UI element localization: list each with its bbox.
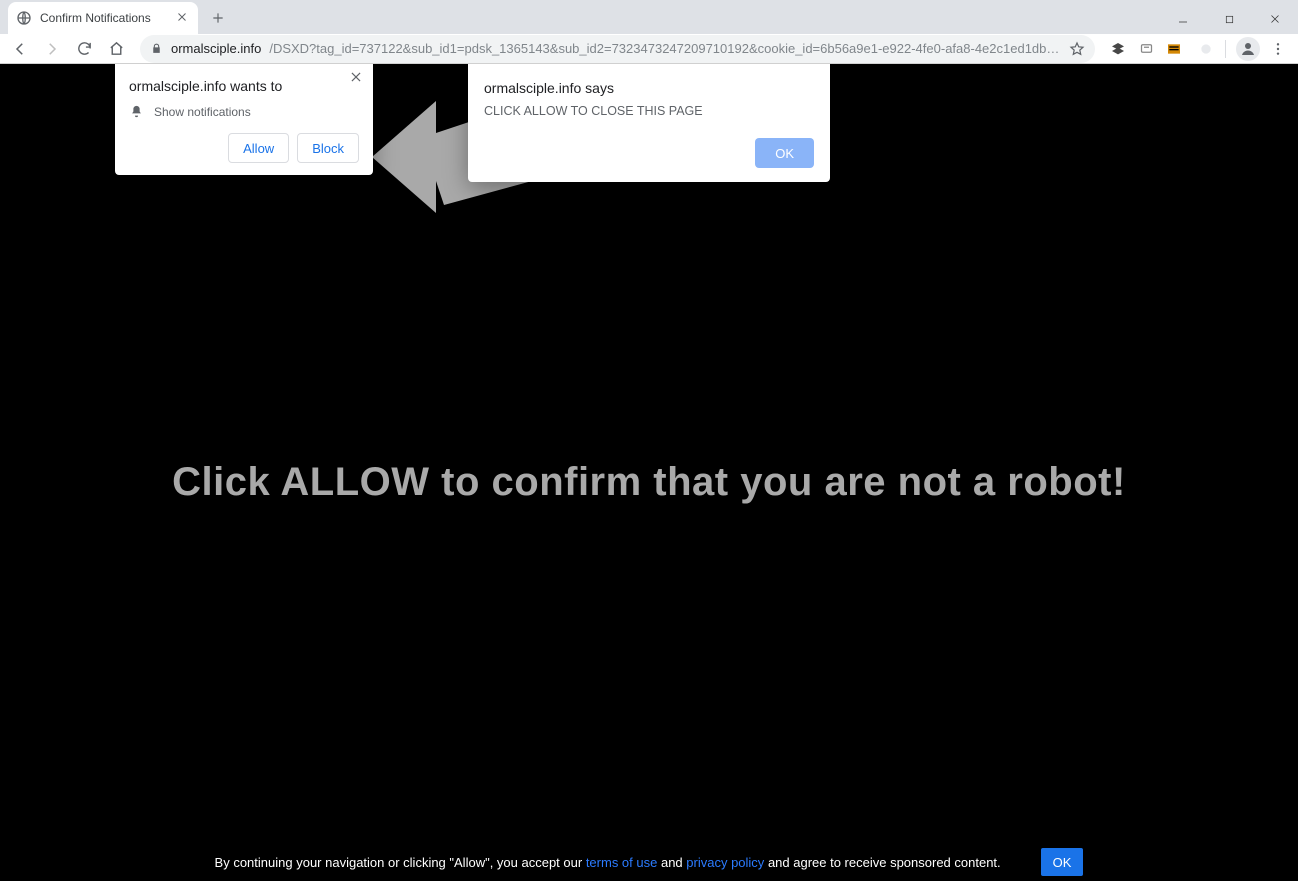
alert-message: CLICK ALLOW TO CLOSE THIS PAGE bbox=[484, 104, 814, 118]
url-path: /DSXD?tag_id=737122&sub_id1=pdsk_1365143… bbox=[269, 41, 1061, 56]
terms-of-use-link[interactable]: terms of use bbox=[586, 855, 658, 870]
window-maximize-button[interactable] bbox=[1206, 4, 1252, 34]
lock-icon bbox=[150, 42, 163, 55]
globe-icon bbox=[16, 10, 32, 26]
address-bar[interactable]: ormalsciple.info /DSXD?tag_id=737122&sub… bbox=[140, 35, 1095, 63]
reload-button[interactable] bbox=[70, 35, 98, 63]
window-controls bbox=[1160, 4, 1298, 34]
privacy-policy-link[interactable]: privacy policy bbox=[686, 855, 764, 870]
profile-avatar-icon[interactable] bbox=[1236, 37, 1260, 61]
block-button[interactable]: Block bbox=[297, 133, 359, 163]
extension-icon-2[interactable] bbox=[1137, 40, 1155, 58]
window-close-button[interactable] bbox=[1252, 4, 1298, 34]
browser-toolbar: ormalsciple.info /DSXD?tag_id=737122&sub… bbox=[0, 34, 1298, 64]
bookmark-star-icon[interactable] bbox=[1069, 41, 1085, 57]
cookie-text: By continuing your navigation or clickin… bbox=[215, 855, 1001, 870]
new-tab-button[interactable] bbox=[204, 4, 232, 32]
notification-permission-prompt: ormalsciple.info wants to Show notificat… bbox=[115, 64, 373, 175]
home-button[interactable] bbox=[102, 35, 130, 63]
toolbar-divider bbox=[1225, 40, 1226, 58]
window-minimize-button[interactable] bbox=[1160, 4, 1206, 34]
alert-origin: ormalsciple.info says bbox=[484, 80, 814, 96]
page-hero-text: Click ALLOW to confirm that you are not … bbox=[0, 460, 1298, 505]
page-viewport: ormalsciple.info wants to Show notificat… bbox=[0, 64, 1298, 881]
tab-title: Confirm Notifications bbox=[40, 11, 168, 25]
back-button[interactable] bbox=[6, 35, 34, 63]
cookie-ok-button[interactable]: OK bbox=[1041, 848, 1084, 876]
browser-menu-button[interactable] bbox=[1264, 35, 1292, 63]
bell-icon bbox=[129, 104, 144, 119]
allow-button[interactable]: Allow bbox=[228, 133, 289, 163]
close-tab-icon[interactable] bbox=[176, 11, 190, 25]
permission-item-label: Show notifications bbox=[154, 105, 251, 119]
extension-icons bbox=[1105, 40, 1187, 58]
alert-ok-button[interactable]: OK bbox=[755, 138, 814, 168]
forward-button[interactable] bbox=[38, 35, 66, 63]
extension-icon-1[interactable] bbox=[1109, 40, 1127, 58]
extension-icon-4[interactable] bbox=[1197, 40, 1215, 58]
javascript-alert-dialog: ormalsciple.info says CLICK ALLOW TO CLO… bbox=[468, 64, 830, 182]
cookie-consent-bar: By continuing your navigation or clickin… bbox=[0, 843, 1298, 881]
url-host: ormalsciple.info bbox=[171, 41, 261, 56]
permission-origin: ormalsciple.info wants to bbox=[129, 78, 359, 94]
browser-titlebar: Confirm Notifications bbox=[0, 0, 1298, 34]
permission-item: Show notifications bbox=[129, 104, 359, 119]
extension-icon-3[interactable] bbox=[1165, 40, 1183, 58]
close-icon[interactable] bbox=[349, 70, 365, 86]
browser-tab[interactable]: Confirm Notifications bbox=[8, 2, 198, 34]
